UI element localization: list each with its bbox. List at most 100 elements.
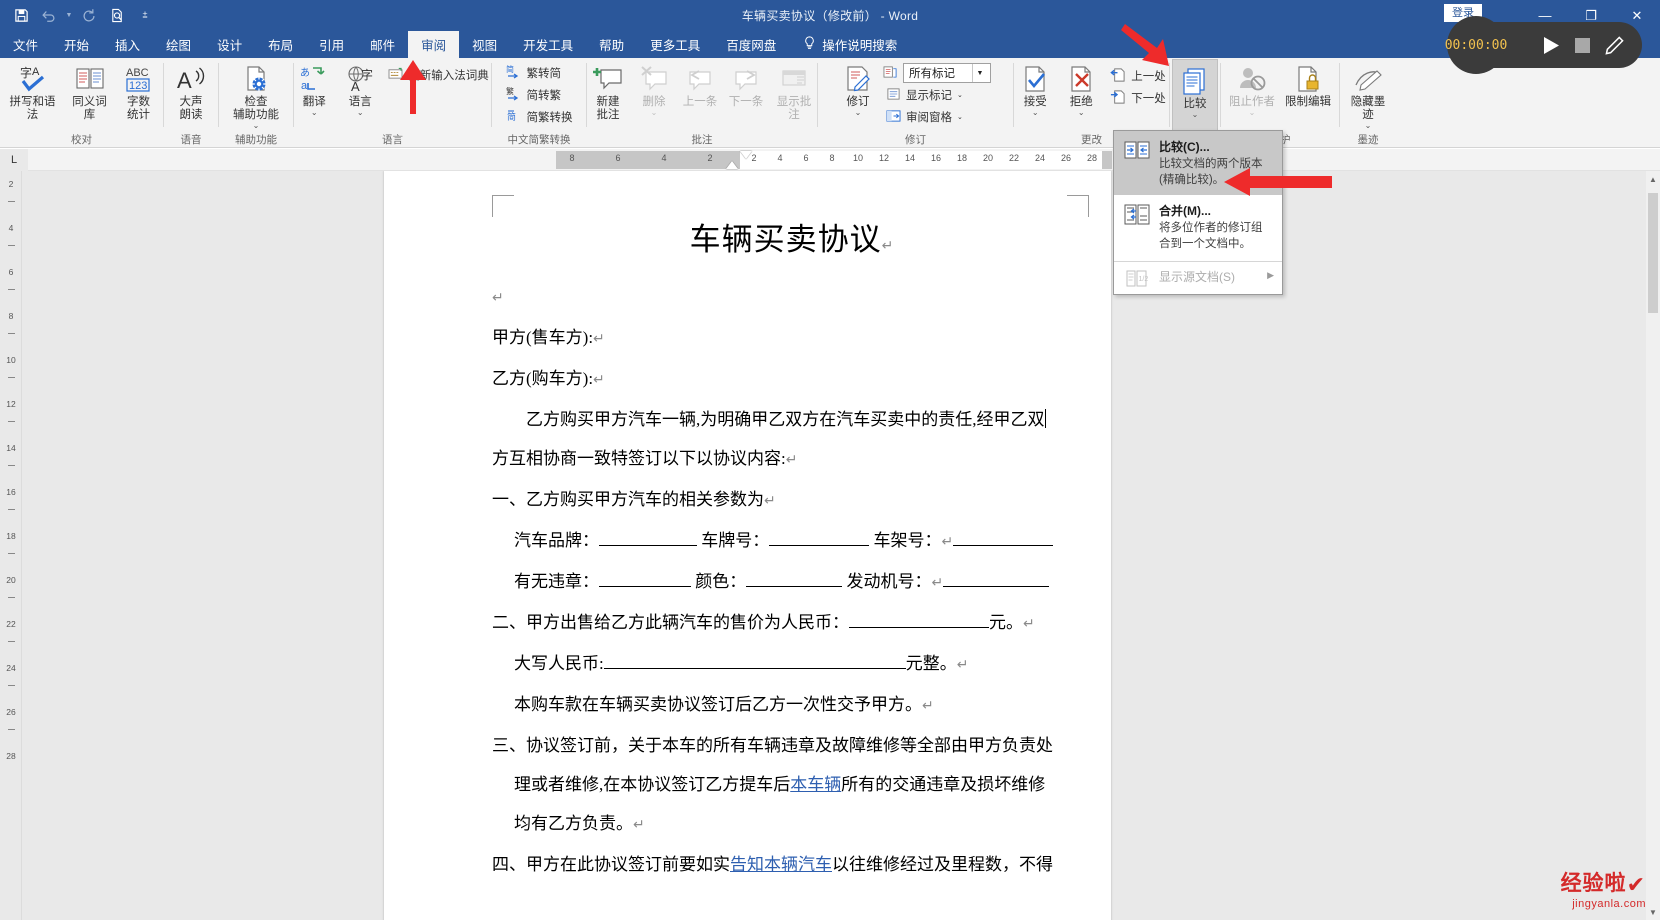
undo-dropdown-icon[interactable]: ▼ [64, 3, 74, 29]
scroll-up-arrow-icon[interactable]: ▲ [1646, 171, 1660, 187]
tab-layout[interactable]: 布局 [255, 31, 306, 58]
reviewing-pane-button[interactable]: 审阅窗格 ⌄ [881, 106, 996, 128]
chevron-down-icon[interactable]: ⌄ [1032, 109, 1039, 117]
print-preview-icon[interactable] [104, 3, 130, 29]
tab-more-tools[interactable]: 更多工具 [637, 31, 713, 58]
field-blank-plate[interactable] [769, 545, 870, 546]
show-markup-button[interactable]: 显示标记 ⌄ [881, 84, 996, 106]
chevron-down-icon[interactable]: ⌄ [1192, 111, 1199, 119]
field-label-engine: 发动机号： [846, 572, 932, 591]
vruler-tick: 8 [8, 311, 14, 321]
save-icon[interactable] [8, 3, 34, 29]
document-body[interactable]: 车辆买卖协议↵ ↵ 甲方(售车方):↵ 乙方(购车方):↵ 乙方购买甲方汽车一辆… [492, 195, 1092, 884]
vertical-scrollbar[interactable]: ▲ ▼ [1646, 171, 1660, 920]
tab-developer[interactable]: 开发工具 [510, 31, 586, 58]
tab-stop-selector[interactable]: L [0, 149, 28, 171]
thesaurus-button[interactable]: 同义词库 [64, 61, 116, 124]
new-comment-label-1: 新建 [596, 96, 620, 108]
chevron-down-icon[interactable]: ⌄ [957, 91, 963, 99]
translate-button[interactable]: あa 翻译 ⌄ [291, 61, 337, 118]
traditional-to-simplified-button[interactable]: 简 繁转简 [501, 62, 578, 84]
simplified-to-traditional-button[interactable]: 繁 简转繁 [501, 84, 578, 106]
tab-home[interactable]: 开始 [51, 31, 102, 58]
group-label-speech: 语音 [180, 134, 202, 146]
pen-icon[interactable] [1605, 35, 1624, 55]
chevron-down-icon[interactable]: ⌄ [357, 109, 364, 117]
document-page[interactable]: 车辆买卖协议↵ ↵ 甲方(售车方):↵ 乙方(购车方):↵ 乙方购买甲方汽车一辆… [384, 171, 1111, 920]
watermark: 经验啦✔ jingyanla.com [1561, 867, 1646, 910]
stop-icon[interactable] [1574, 37, 1591, 54]
tab-draw[interactable]: 绘图 [153, 31, 204, 58]
new-comment-button[interactable]: 新建 批注 [585, 61, 631, 124]
customize-qat-icon[interactable]: ⩲ [132, 3, 158, 29]
chevron-down-icon[interactable]: ⌄ [1078, 109, 1085, 117]
reject-button[interactable]: 拒绝 ⌄ [1058, 61, 1104, 118]
field-blank-engine[interactable] [943, 586, 1050, 587]
menu-item-show-source-documents[interactable]: 1/2 显示源文档(S) ▶ [1114, 264, 1282, 294]
field-blank-violation[interactable] [599, 586, 691, 587]
chevron-down-icon[interactable]: ⌄ [651, 109, 658, 117]
hide-ink-button[interactable]: 隐藏墨 迹 ⌄ [1344, 61, 1392, 131]
field-blank-color[interactable] [746, 586, 843, 587]
simp-trad-convert-button[interactable]: 简 简繁转换 [501, 106, 578, 128]
ribbon-group-speech: A 大声 朗读 语音 [164, 58, 218, 148]
menu-item-combine[interactable]: 合并(M)... 将多位作者的修订组 合到一个文档中。 [1114, 195, 1282, 259]
first-line-indent-marker[interactable] [740, 151, 752, 159]
chevron-down-icon[interactable]: ⌄ [957, 113, 963, 121]
chevron-down-icon[interactable]: ▼ [972, 64, 987, 82]
read-aloud-button[interactable]: A 大声 朗读 [167, 61, 215, 124]
tab-mailings[interactable]: 邮件 [357, 31, 408, 58]
language-button[interactable]: A字 语言 ⌄ [337, 61, 383, 118]
vertical-ruler[interactable]: 2 4 6 8 10 12 14 16 18 20 22 24 26 28 [0, 171, 22, 920]
compare-button[interactable]: 比较 ⌄ [1172, 59, 1218, 141]
previous-comment-button[interactable]: 上一条 [677, 61, 723, 111]
read-aloud-icon: A [176, 63, 206, 95]
display-for-review-value: 所有标记 [909, 68, 955, 80]
track-changes-button[interactable]: 修订 ⌄ [835, 61, 881, 118]
field-blank-vin[interactable] [953, 545, 1054, 546]
word-count-button[interactable]: ABC 123 字数 统计 [116, 61, 162, 124]
word-count-icon: ABC 123 [124, 63, 154, 95]
tab-help[interactable]: 帮助 [586, 31, 637, 58]
vruler-dash [8, 421, 15, 422]
field-blank-price[interactable] [849, 627, 989, 628]
spelling-grammar-button[interactable]: 字A 拼写和语法 [2, 61, 64, 124]
check-accessibility-button[interactable]: 检查 辅助功能 ⌄ [223, 61, 289, 131]
redo-icon[interactable] [76, 3, 102, 29]
tab-references[interactable]: 引用 [306, 31, 357, 58]
horizontal-ruler[interactable]: 8 6 4 2 2 4 6 8 10 12 14 16 18 20 22 24 … [556, 151, 1253, 169]
scroll-down-arrow-icon[interactable]: ▼ [1646, 904, 1660, 920]
tab-baidu-netdisk[interactable]: 百度网盘 [713, 31, 789, 58]
show-comments-button[interactable]: 显示批注 [769, 61, 819, 124]
tab-file[interactable]: 文件 [0, 31, 51, 58]
document-workspace[interactable]: 车辆买卖协议↵ ↵ 甲方(售车方):↵ 乙方(购车方):↵ 乙方购买甲方汽车一辆… [22, 171, 1660, 920]
undo-icon[interactable] [36, 3, 62, 29]
tab-design[interactable]: 设计 [204, 31, 255, 58]
next-comment-button[interactable]: 下一条 [723, 61, 769, 111]
chevron-down-icon[interactable]: ⌄ [1249, 109, 1256, 117]
tab-insert[interactable]: 插入 [102, 31, 153, 58]
compare-dropdown-menu[interactable]: 比较(C)... 比较文档的两个版本 (精确比较)。 合并(M)... 将多位作… [1113, 130, 1283, 295]
play-icon[interactable] [1543, 36, 1560, 55]
field-label-plate: 车牌号： [701, 531, 770, 550]
delete-comment-button[interactable]: 删除 ⌄ [631, 61, 677, 118]
next-change-label: 下一处 [1131, 93, 1166, 105]
tell-me-search[interactable]: 操作说明搜索 [789, 31, 897, 58]
display-for-review-select[interactable]: 所有标记 ▼ [903, 63, 991, 83]
block-authors-button[interactable]: 阻止作者 ⌄ [1224, 61, 1280, 118]
field-blank-upper-amount[interactable] [603, 668, 906, 669]
scrollbar-thumb[interactable] [1648, 193, 1658, 313]
accept-button[interactable]: 接受 ⌄ [1012, 61, 1058, 118]
field-blank-brand[interactable] [599, 545, 697, 546]
next-change-button[interactable]: 下一处 [1104, 87, 1171, 109]
chevron-down-icon[interactable]: ⌄ [253, 122, 260, 130]
restrict-editing-button[interactable]: 限制编辑 [1280, 61, 1336, 111]
left-indent-marker[interactable] [726, 161, 738, 169]
track-changes-icon [843, 63, 873, 95]
chevron-down-icon[interactable]: ⌄ [1365, 122, 1372, 130]
svg-text:123: 123 [129, 80, 147, 92]
chevron-down-icon[interactable]: ⌄ [855, 109, 862, 117]
chevron-down-icon[interactable]: ⌄ [311, 109, 318, 117]
tab-view[interactable]: 视图 [459, 31, 510, 58]
tab-review[interactable]: 审阅 [408, 31, 460, 58]
